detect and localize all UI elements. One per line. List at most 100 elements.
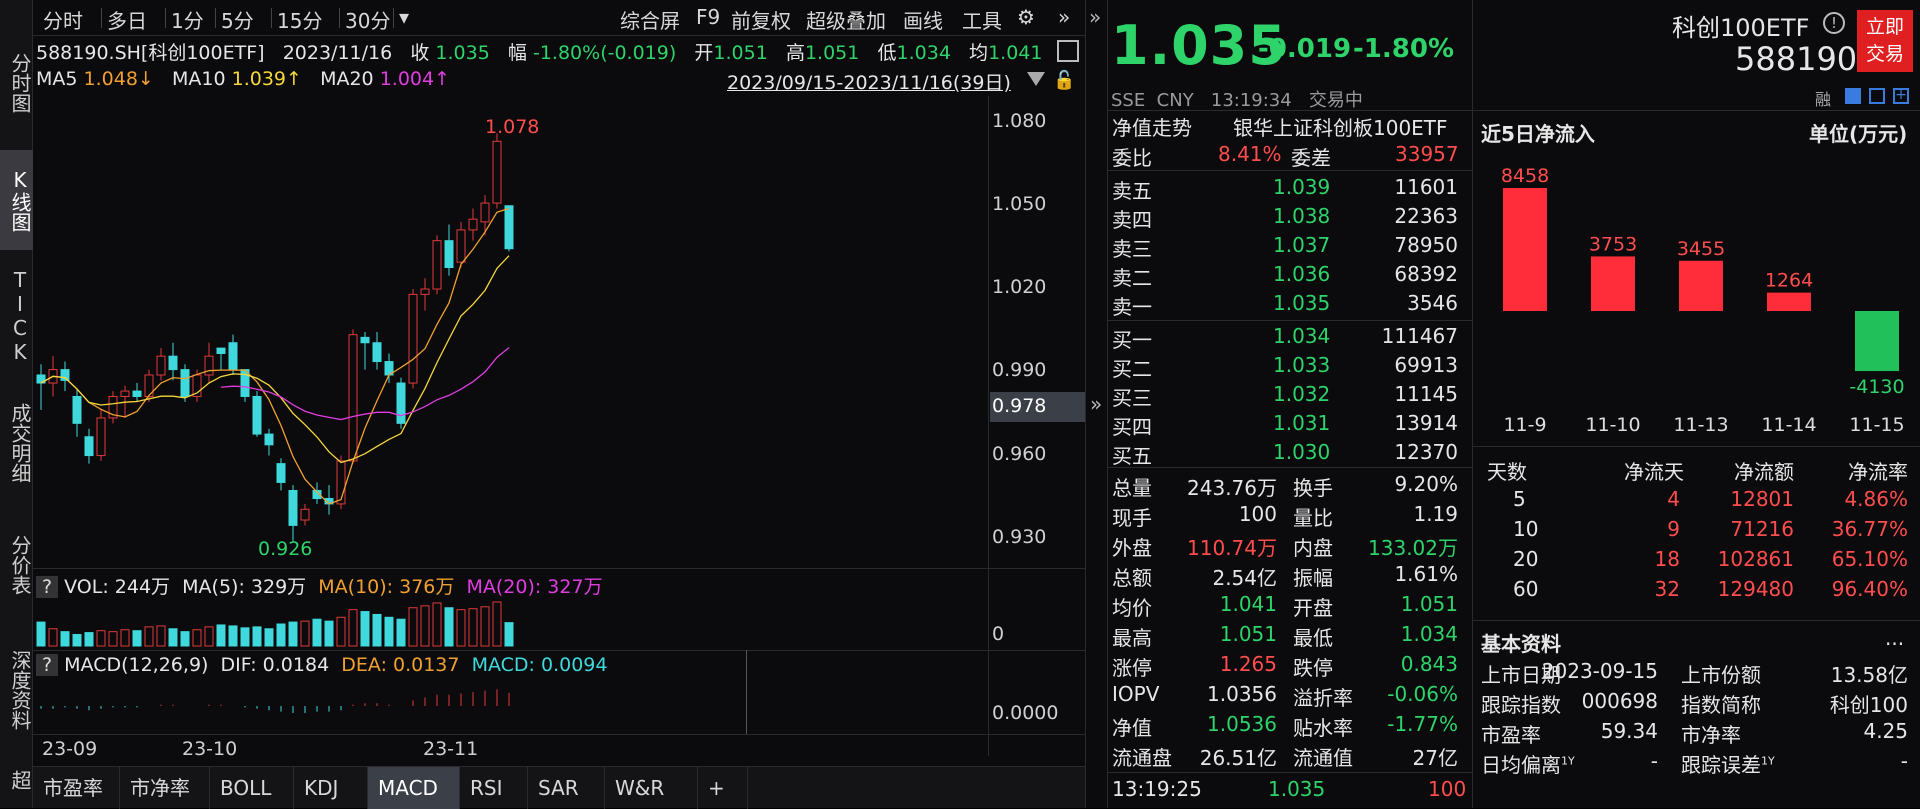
basic-label: 市盈率: [1481, 723, 1541, 747]
date-range[interactable]: 2023/09/15-2023/11/16(39日): [727, 68, 1011, 95]
side-tab-1[interactable]: K线图: [0, 150, 33, 250]
toolbar-2[interactable]: 前复权: [731, 5, 791, 34]
indicator-tab-6[interactable]: SAR: [528, 767, 605, 809]
bid-label: 买二: [1112, 357, 1152, 381]
side-tab-3[interactable]: 成交明细: [0, 390, 33, 495]
macd-label: MACD(12,26,9): [64, 654, 209, 676]
volume-bar: [84, 632, 94, 647]
avg-value: 1.041: [988, 42, 1043, 64]
volume-bar: [216, 624, 226, 647]
volume-bar: [492, 601, 502, 647]
vol-help-icon[interactable]: ?: [36, 576, 59, 598]
vol-label: VOL: 244万: [64, 576, 171, 598]
basic-value: -: [1900, 749, 1908, 773]
toolbar-divider: [165, 8, 166, 28]
volume-bar: [96, 630, 106, 647]
nav-trend-label[interactable]: 净值走势: [1112, 112, 1192, 141]
stat-label: 换手: [1293, 476, 1333, 500]
toolbar-1[interactable]: F9: [696, 5, 720, 29]
candle-body: [156, 355, 166, 376]
macd-dea: DEA: 0.0137: [341, 654, 460, 676]
period-tab-2[interactable]: 1分: [171, 5, 204, 34]
indicator-tab-7[interactable]: W&R: [605, 767, 698, 809]
date-tick-1: 23-10: [182, 738, 238, 760]
edit-icon[interactable]: [1845, 88, 1861, 104]
trade-now-button[interactable]: 立即交易: [1857, 10, 1913, 72]
indicator-tab-3[interactable]: KDJ: [294, 767, 368, 809]
indicator-tab-2[interactable]: BOLL: [210, 767, 294, 809]
basic-value: 000698: [1581, 689, 1658, 713]
volume-bar: [360, 611, 370, 647]
period-tab-4[interactable]: 15分: [277, 5, 322, 34]
fund-code: 588190: [1735, 40, 1858, 78]
volume-bar: [480, 606, 490, 647]
stat-label: 振幅: [1293, 566, 1333, 590]
volume-chart[interactable]: [33, 598, 988, 648]
indicator-tab-0[interactable]: 市盈率: [33, 767, 120, 809]
indicator-tab-1[interactable]: 市净率: [120, 767, 210, 809]
flow-cell: 9: [1667, 517, 1680, 541]
collapse-icon[interactable]: »: [1089, 5, 1101, 29]
tick-price: 1.035: [1268, 777, 1326, 801]
gear-icon[interactable]: ⚙: [1017, 5, 1035, 29]
add-icon[interactable]: +: [1893, 88, 1909, 104]
ask-label: 卖一: [1112, 295, 1152, 319]
inflow-value: -4130: [1849, 376, 1904, 398]
more-icon[interactable]: »: [1058, 5, 1070, 29]
volume-bar: [444, 607, 454, 647]
indicator-tab-4[interactable]: MACD: [368, 767, 460, 809]
toolbar-0[interactable]: 综合屏: [620, 5, 680, 34]
flow-cell: 36.77%: [1831, 517, 1908, 541]
panel-splitter[interactable]: » »: [1085, 0, 1108, 808]
inflow-bar: [1591, 256, 1635, 311]
side-tab-0[interactable]: 分时图: [0, 38, 33, 128]
info-icon[interactable]: !: [1823, 12, 1845, 34]
period-tab-1[interactable]: 多日: [107, 5, 147, 34]
side-tab-4[interactable]: 分价表: [0, 525, 33, 605]
candle-body: [168, 355, 178, 371]
stat-label: 总额: [1112, 566, 1152, 590]
macd-chart[interactable]: [33, 680, 988, 732]
tick-time: 13:19:25: [1112, 777, 1202, 801]
stat-value: 1.051: [1219, 622, 1277, 646]
price-tick-5: 0.930: [992, 526, 1047, 548]
candle-body: [348, 334, 358, 462]
side-tab-6[interactable]: 超: [0, 760, 33, 800]
flow-header-3: 净流率: [1848, 460, 1908, 484]
basic-label: 市净率: [1681, 723, 1741, 747]
bid-volume: 13914: [1394, 411, 1458, 435]
lock-icon[interactable]: 🔓: [1053, 70, 1075, 91]
volume-bar: [324, 620, 334, 647]
volume-bar: [432, 602, 442, 647]
security-code: 588190.SH[科创100ETF]: [36, 42, 265, 64]
candle-body: [120, 390, 130, 397]
layout-icon[interactable]: [1057, 40, 1079, 62]
period-tab-3[interactable]: 5分: [221, 5, 254, 34]
volume-bar: [180, 631, 190, 647]
candle-body: [276, 463, 286, 483]
toolbar-3[interactable]: 超级叠加: [806, 5, 886, 34]
side-tab-5[interactable]: 深度资料: [0, 630, 33, 750]
toolbar-5[interactable]: 工具: [962, 5, 1002, 34]
window-icon[interactable]: [1869, 88, 1885, 104]
indicator-tab-5[interactable]: RSI: [460, 767, 528, 809]
range-dropdown-icon[interactable]: [1027, 72, 1045, 86]
stat-label: 流通盘: [1112, 746, 1172, 770]
toolbar-divider: [393, 8, 394, 28]
indicator-tab-8[interactable]: +: [698, 767, 748, 809]
avg-label: 均: [969, 42, 989, 64]
toolbar-4[interactable]: 画线: [903, 5, 943, 34]
period-tab-0[interactable]: 分时: [43, 5, 83, 34]
candlestick-chart[interactable]: [33, 96, 988, 568]
side-tab-2[interactable]: TICK: [0, 258, 33, 373]
stat-value: -1.77%: [1387, 712, 1458, 736]
period-tab-5[interactable]: 30分: [345, 5, 390, 34]
basic-info-more[interactable]: ...: [1885, 626, 1904, 650]
period-tab-6[interactable]: ▾: [399, 5, 409, 29]
candle-body: [492, 140, 502, 204]
bid-label: 买一: [1112, 328, 1152, 352]
expand-icon[interactable]: »: [1090, 392, 1102, 416]
ma5-value: 1.048↓: [83, 68, 154, 90]
macd-help-icon[interactable]: ?: [36, 654, 59, 676]
inflow-bar: [1503, 188, 1547, 311]
